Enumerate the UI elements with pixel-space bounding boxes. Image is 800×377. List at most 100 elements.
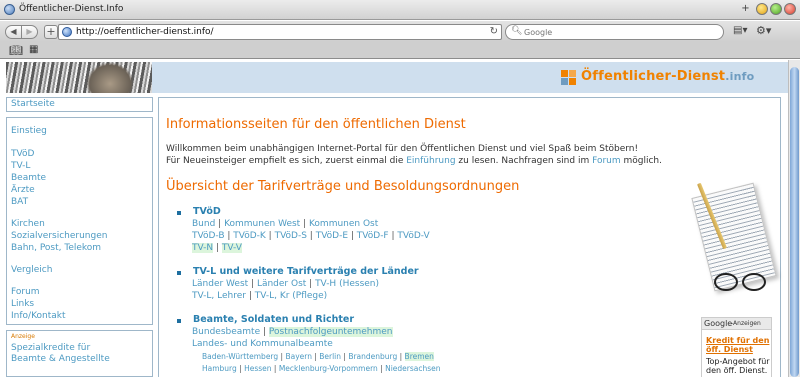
sidebar-ad-box: Anzeige Spezialkredite für Beamte & Ange…	[6, 330, 153, 377]
sidebar-item-sozialversicherungen[interactable]: Sozialversicherungen	[11, 231, 107, 241]
tvoed-links-row-3: TV-N | TV-V	[192, 243, 242, 253]
forum-link[interactable]: Forum	[592, 156, 621, 166]
link-tv-v[interactable]: TV-V	[221, 243, 242, 253]
link-bundesbeamte[interactable]: Bundesbeamte	[192, 327, 260, 337]
arrow-left-icon: ◀	[10, 27, 17, 36]
link-bayern[interactable]: Bayern	[285, 352, 312, 361]
forward-button[interactable]: ▶	[21, 25, 38, 39]
sidebar-item-forum[interactable]: Forum	[11, 287, 40, 297]
list-bullet	[177, 271, 181, 275]
link-tvoed-v[interactable]: TVöD-V	[397, 231, 429, 241]
logo-squares-icon	[561, 70, 576, 85]
link-tvl-lehrer[interactable]: TV-L, Lehrer	[192, 291, 246, 301]
link-bund[interactable]: Bund	[192, 219, 215, 229]
ad-tag: Anzeige	[11, 333, 35, 340]
link-laender-ost[interactable]: Länder Ost	[257, 279, 306, 289]
tvoed-links-row-1: Bund | Kommunen West | Kommunen Ost	[192, 219, 379, 229]
bookmarks-book-icon[interactable]: 📖︎	[9, 44, 23, 57]
page-menu-icon[interactable]: ▤▾	[733, 25, 751, 38]
close-button[interactable]	[784, 3, 796, 15]
scrollbar-thumb[interactable]	[790, 67, 799, 377]
sidebar-item-vergleich[interactable]: Vergleich	[11, 265, 52, 275]
page-title: Informationsseiten für den öffentlichen …	[166, 117, 466, 132]
sidebar-nav: Einstieg TVöD TV-L Beamte Ärzte BAT Kirc…	[6, 117, 153, 325]
sidebar-item-links[interactable]: Links	[11, 299, 34, 309]
list-bullet	[177, 319, 181, 323]
bookmarks-bar: 📖︎ ▦	[0, 42, 800, 59]
link-tvoed-s[interactable]: TVöD-S	[275, 231, 307, 241]
url-text[interactable]: http://oeffentlicher-dienst.info/	[76, 27, 214, 37]
sidebar-item-info-kontakt[interactable]: Info/Kontakt	[11, 311, 66, 321]
link-niedersachsen[interactable]: Niedersachsen	[385, 364, 440, 373]
link-kommunen-west[interactable]: Kommunen West	[224, 219, 300, 229]
sidebar-item-aerzte[interactable]: Ärzte	[11, 185, 35, 195]
link-tvoed-f[interactable]: TVöD-F	[357, 231, 389, 241]
search-icon[interactable]: 🔍︎	[511, 26, 522, 36]
group-title-tvl[interactable]: TV-L und weitere Tarifverträge der Lände…	[193, 266, 419, 277]
link-laender-west[interactable]: Länder West	[192, 279, 248, 289]
link-baden-wuerttemberg[interactable]: Baden-Württemberg	[202, 352, 278, 361]
zoom-button[interactable]	[770, 3, 782, 15]
beamte-links-row-3: Baden-Württemberg | Bayern | Berlin | Br…	[202, 352, 434, 361]
sidebar-item-kirchen[interactable]: Kirchen	[11, 219, 45, 229]
reload-icon[interactable]: ↻	[490, 26, 498, 37]
link-mecklenburg-vorpommern[interactable]: Mecklenburg-Vorpommern	[279, 364, 378, 373]
vertical-scrollbar[interactable]	[788, 60, 800, 377]
browser-toolbar: ◀ ▶ + http://oeffentlicher-dienst.info/ …	[0, 21, 800, 42]
address-bar[interactable]: http://oeffentlicher-dienst.info/ ↻	[58, 24, 502, 40]
back-button[interactable]: ◀	[5, 25, 22, 39]
web-page: Öffentlicher-Dienst.info Startseite Eins…	[0, 60, 788, 377]
search-box[interactable]: 🔍︎	[505, 24, 724, 40]
link-brandenburg[interactable]: Brandenburg	[348, 352, 397, 361]
tvl-links-row-1: Länder West | Länder Ost | TV-H (Hessen)	[192, 279, 380, 289]
logo-text: Öffentlicher-Dienst.info	[581, 69, 755, 84]
gear-icon[interactable]: ⚙▾	[756, 24, 774, 38]
sidebar-item-startseite[interactable]: Startseite	[11, 99, 55, 109]
google-ad-label: -Anzeigen	[731, 320, 761, 327]
google-ad-text: Top-Angebot für den öff. Dienst.	[706, 357, 770, 375]
plus-icon: +	[46, 25, 56, 38]
sidebar-item-einstieg[interactable]: Einstieg	[11, 126, 47, 136]
document-glasses-illustration	[684, 181, 777, 309]
ad-link-line-2[interactable]: Beamte & Angestellte	[11, 354, 110, 364]
sidebar-item-tvl[interactable]: TV-L	[11, 161, 30, 171]
google-logo: Google	[704, 319, 733, 328]
einfuehrung-link[interactable]: Einführung	[406, 156, 455, 166]
sidebar-item-bat[interactable]: BAT	[11, 197, 28, 207]
link-tvl-kr-pflege[interactable]: TV-L, Kr (Pflege)	[255, 291, 327, 301]
sidebar-item-tvoed[interactable]: TVöD	[11, 149, 34, 159]
browser-app-icon	[4, 4, 15, 15]
link-tv-n[interactable]: TV-N	[192, 243, 214, 253]
logo-suffix: .info	[725, 70, 755, 83]
intro-line-2: Für Neueinsteiger empfielt es sich, zuer…	[166, 156, 663, 166]
beamte-links-row-1: Bundesbeamte | Postnachfolgeuntemehmen	[192, 327, 393, 337]
link-hamburg[interactable]: Hamburg	[202, 364, 237, 373]
top-sites-grid-icon[interactable]: ▦	[29, 44, 38, 55]
header-band: Öffentlicher-Dienst.info	[152, 62, 788, 93]
minimize-button[interactable]	[756, 3, 768, 15]
add-bookmark-button[interactable]: +	[44, 25, 58, 39]
link-landes-kommunalbeamte[interactable]: Landes- und Kommunalbeamte	[192, 339, 333, 349]
ad-link-line-1[interactable]: Spezialkredite für	[11, 343, 90, 353]
link-hessen[interactable]: Hessen	[244, 364, 271, 373]
link-postnachfolgeunternehmen[interactable]: Postnachfolgeuntemehmen	[268, 327, 393, 337]
google-ad-title[interactable]: Kredit für den öff. Dienst	[706, 336, 772, 354]
globe-icon	[62, 27, 72, 37]
window-titlebar: Öffentlicher-Dienst.Info +	[0, 0, 800, 20]
google-ad-header: Google -Anzeigen	[702, 318, 771, 330]
link-kommunen-ost[interactable]: Kommunen Ost	[309, 219, 378, 229]
new-tab-plus-icon[interactable]: +	[739, 3, 752, 16]
link-tv-h-hessen[interactable]: TV-H (Hessen)	[315, 279, 379, 289]
link-bremen[interactable]: Bremen	[404, 352, 434, 361]
group-title-tvoed[interactable]: TVöD	[193, 206, 221, 217]
link-tvoed-e[interactable]: TVöD-E	[316, 231, 348, 241]
tvl-links-row-2: TV-L, Lehrer | TV-L, Kr (Pflege)	[192, 291, 328, 301]
link-tvoed-k[interactable]: TVöD-K	[233, 231, 266, 241]
link-berlin[interactable]: Berlin	[319, 352, 341, 361]
search-input[interactable]	[524, 26, 714, 38]
tvoed-links-row-2: TVöD-B | TVöD-K | TVöD-S | TVöD-E | TVöD…	[192, 231, 430, 241]
sidebar-item-bahn-post-telekom[interactable]: Bahn, Post, Telekom	[11, 243, 101, 253]
group-title-beamte[interactable]: Beamte, Soldaten und Richter	[193, 314, 354, 325]
sidebar-item-beamte[interactable]: Beamte	[11, 173, 46, 183]
link-tvoed-b[interactable]: TVöD-B	[192, 231, 225, 241]
